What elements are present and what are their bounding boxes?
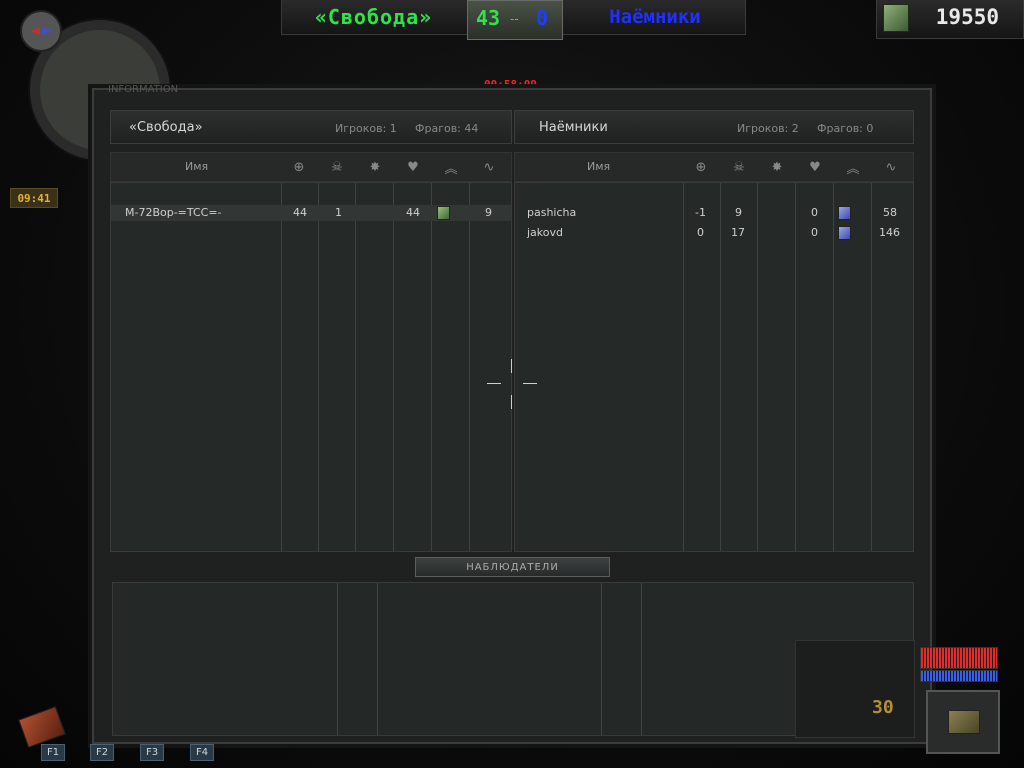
skull-icon: ☠ xyxy=(733,159,745,175)
column-header-right: Имя ⊕ ☠ ✸ ♥ ︽ ∿ xyxy=(514,152,914,182)
ping-icon: ∿ xyxy=(483,159,495,175)
rank-icon: ︽ xyxy=(846,161,860,177)
player-spots: 44 xyxy=(406,206,420,219)
team-header-left: «Свобода» Игроков: 1 Фрагов: 44 xyxy=(110,110,512,144)
column-divider xyxy=(337,583,338,735)
team2-name: Наёмники xyxy=(609,6,701,28)
information-tab: INFORMATION xyxy=(108,84,179,95)
column-divider xyxy=(355,183,356,551)
score-separator: -- xyxy=(510,12,519,26)
player-frags: 0 xyxy=(697,226,704,239)
weapon-icon xyxy=(948,710,980,734)
column-name: Имя xyxy=(587,160,611,173)
player-deaths: 9 xyxy=(735,206,742,219)
column-divider xyxy=(431,183,432,551)
score-box: 43 -- 0 xyxy=(467,0,563,40)
team1-name: «Свобода» xyxy=(314,5,433,29)
crosshair-icon: ⊕ xyxy=(293,159,305,175)
column-divider xyxy=(601,583,602,735)
player-table-left: M-72Bop-=TCC=- 44 1 44 9 xyxy=(110,182,512,552)
player-table-right: pashicha -1 9 0 58 jakovd 0 17 0 146 xyxy=(514,182,914,552)
players-count: Игроков: 1 xyxy=(335,122,397,135)
frags-count: Фрагов: 0 xyxy=(817,122,874,135)
crosshair-left-icon xyxy=(487,383,501,384)
hud-status xyxy=(795,640,915,738)
skull-icon: ☠ xyxy=(331,159,343,175)
team-name: «Свобода» xyxy=(129,120,203,135)
money-box: 19550 xyxy=(876,0,1024,39)
rank-badge-icon xyxy=(838,206,851,220)
game-clock: 09:41 xyxy=(10,188,58,208)
player-deaths: 17 xyxy=(731,226,745,239)
shield-icon: ♥ xyxy=(809,159,821,175)
column-divider xyxy=(393,183,394,551)
fkey-f3[interactable]: F3 xyxy=(140,744,164,761)
column-divider xyxy=(281,183,282,551)
rank-badge-icon xyxy=(437,206,450,220)
column-divider xyxy=(318,183,319,551)
player-name: jakovd xyxy=(527,226,563,239)
column-header-left: Имя ⊕ ☠ ✸ ♥ ︽ ∿ xyxy=(110,152,512,182)
artefact-icon: ✸ xyxy=(369,159,381,175)
team-header-right: Наёмники Игроков: 2 Фрагов: 0 xyxy=(514,110,914,144)
spectators-button[interactable]: НАБЛЮДАТЕЛИ xyxy=(415,557,610,577)
score-bar: «Свобода» 43 -- 0 Наёмники xyxy=(281,0,746,40)
ammo-count: 30 xyxy=(872,697,894,718)
armor-bar xyxy=(920,670,998,682)
health-bar xyxy=(920,647,998,669)
crosshair-icon: ⊕ xyxy=(695,159,707,175)
artefact-icon: ✸ xyxy=(771,159,783,175)
column-name: Имя xyxy=(185,160,209,173)
table-row[interactable]: jakovd 0 17 0 146 xyxy=(515,225,913,241)
team-name: Наёмники xyxy=(539,120,608,135)
player-ping: 58 xyxy=(883,206,897,219)
table-row[interactable]: pashicha -1 9 0 58 xyxy=(515,205,913,221)
fkey-f4[interactable]: F4 xyxy=(190,744,214,761)
player-name: pashicha xyxy=(527,206,577,219)
fkey-f2[interactable]: F2 xyxy=(90,744,114,761)
rank-badge-icon xyxy=(838,226,851,240)
column-divider xyxy=(641,583,642,735)
frags-count: Фрагов: 44 xyxy=(415,122,479,135)
fkey-f1[interactable]: F1 xyxy=(41,744,65,761)
table-row[interactable]: M-72Bop-=TCC=- 44 1 44 9 xyxy=(111,205,511,221)
shield-icon: ♥ xyxy=(407,159,419,175)
team2-score: 0 xyxy=(535,6,548,30)
player-name: M-72Bop-=TCC=- xyxy=(125,206,222,219)
player-ping: 9 xyxy=(485,206,492,219)
player-frags: -1 xyxy=(695,206,706,219)
rank-icon: ︽ xyxy=(444,161,458,177)
spectators-list xyxy=(112,582,914,736)
player-spots: 0 xyxy=(811,206,818,219)
player-frags: 44 xyxy=(293,206,307,219)
crosshair-bottom-icon xyxy=(511,395,512,409)
column-divider xyxy=(469,183,470,551)
player-spots: 0 xyxy=(811,226,818,239)
compass-icon xyxy=(20,10,62,52)
team1-score: 43 xyxy=(476,6,501,30)
rank-chevron-icon xyxy=(883,4,909,32)
column-divider xyxy=(377,583,378,735)
crosshair-right-icon xyxy=(523,383,537,384)
money-value: 19550 xyxy=(935,5,999,29)
weapon-slot xyxy=(926,690,1000,754)
player-deaths: 1 xyxy=(335,206,342,219)
player-ping: 146 xyxy=(879,226,900,239)
players-count: Игроков: 2 xyxy=(737,122,799,135)
crosshair-top-icon xyxy=(511,359,512,373)
ping-icon: ∿ xyxy=(885,159,897,175)
